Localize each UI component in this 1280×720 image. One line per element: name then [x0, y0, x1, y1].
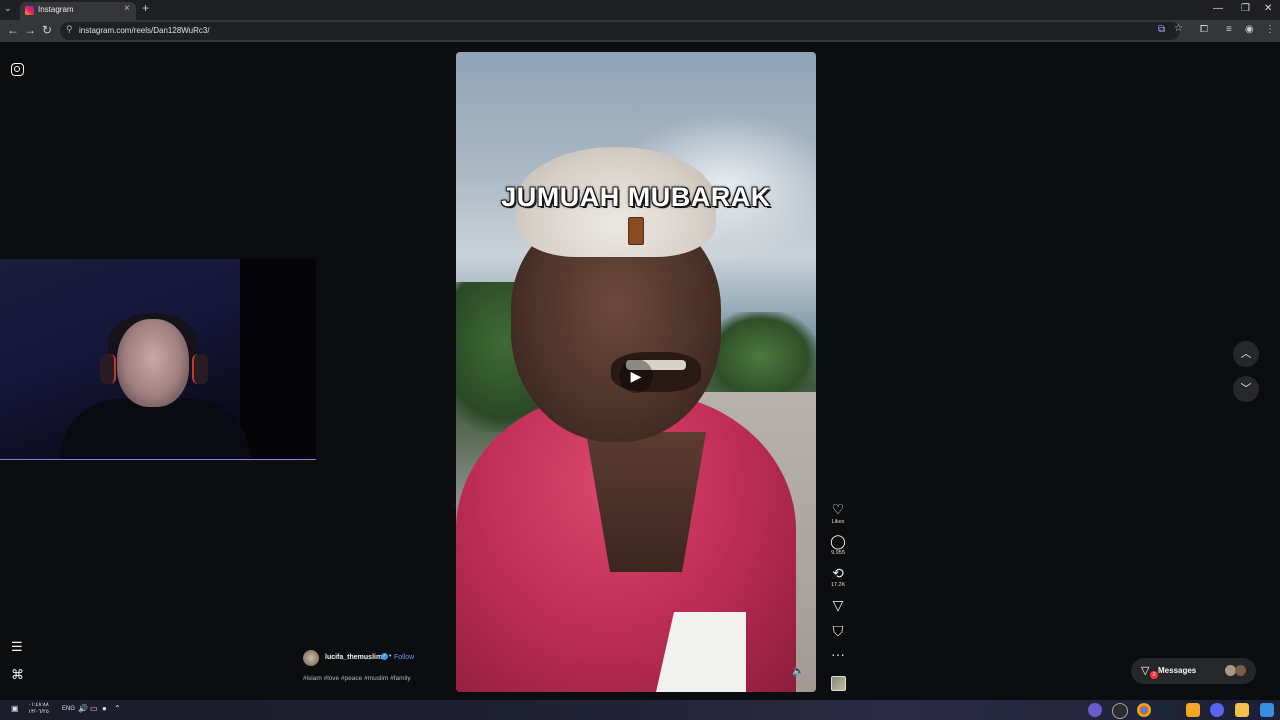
instagram-reels-page: ☰ ⌘ JUMUAH MUBARAK ▶ 🔈 ♡ Likes ◯ 9,955 ⟲… — [0, 42, 1280, 700]
tab-title: Instagram — [38, 5, 74, 14]
new-tab-button[interactable]: + — [142, 1, 149, 15]
messages-send-icon: ▽ — [1141, 665, 1150, 677]
like-heart-icon[interactable]: ♡ — [829, 501, 847, 518]
speaker-icon[interactable]: 🔈 — [792, 666, 804, 677]
network-icon[interactable]: ▭ — [90, 704, 98, 713]
clock-date: ١٣/٠٦/٢٥ — [28, 709, 49, 715]
profile-icon[interactable]: ◉ — [1245, 24, 1254, 35]
bookmark-star-icon[interactable]: ☆ — [1174, 23, 1183, 34]
windows-taskbar: ▣ ٠١:٤٨:٨٨ ١٣/٠٦/٢٥ ENG 🔊 ▭ ● ⌃ — [0, 700, 1280, 720]
repost-icon[interactable]: ⟲ — [829, 565, 847, 582]
verified-badge-icon: ✓ — [381, 653, 388, 660]
comment-icon[interactable]: ◯ — [829, 533, 847, 550]
restore-icon[interactable]: ❐ — [1241, 3, 1250, 14]
author-username[interactable]: lucifa_themuslim — [325, 654, 382, 661]
reload-icon[interactable]: ↻ — [42, 23, 52, 37]
hamburger-menu-icon[interactable]: ☰ — [11, 639, 23, 655]
share-send-icon[interactable]: ▽ — [829, 597, 847, 614]
reel-video[interactable]: JUMUAH MUBARAK ▶ 🔈 — [456, 52, 816, 692]
site-info-icon[interactable]: ⚲ — [66, 24, 73, 35]
webcam-background — [240, 259, 316, 459]
chrome-icon[interactable] — [1137, 703, 1151, 717]
media-controls-icon[interactable]: ≡ — [1226, 24, 1232, 35]
previous-reel-chevron-up-icon[interactable]: ︿ — [1233, 341, 1259, 367]
headphone-right — [192, 354, 208, 384]
browser-toolbar: ← → ↻ ⚲ instagram.com/reels/Dan128WuRc3/… — [0, 20, 1280, 42]
more-options-icon[interactable]: ··· — [829, 646, 847, 662]
tab-close-icon[interactable]: × — [124, 3, 130, 14]
comments-count: 9,955 — [831, 550, 845, 556]
address-bar[interactable]: ⚲ instagram.com/reels/Dan128WuRc3/ ⧉ ☆ — [60, 22, 1183, 40]
webcam-person-face — [117, 319, 189, 407]
back-arrow-icon[interactable]: ← — [7, 23, 19, 37]
app-icon-purple-circle[interactable] — [1088, 703, 1102, 717]
likes-label: Likes — [831, 519, 845, 525]
file-explorer-icon[interactable] — [1235, 703, 1249, 717]
tray-chevron-up-icon[interactable]: ⌃ — [114, 704, 121, 713]
instagram-logo-icon[interactable] — [11, 63, 24, 76]
messages-button[interactable]: ▽ 2 Messages — [1131, 658, 1256, 684]
minimize-icon[interactable]: — — [1213, 3, 1223, 14]
separator-dot: • — [389, 653, 392, 660]
author-avatar[interactable] — [303, 650, 319, 666]
play-icon[interactable]: ▶ — [619, 359, 653, 393]
meta-apps-icon[interactable]: ⌘ — [11, 667, 24, 683]
door-emoji-icon — [628, 217, 644, 245]
instagram-favicon-icon — [25, 6, 34, 15]
taskbar-clock[interactable]: ٠١:٤٨:٨٨ ١٣/٠٦/٢٥ — [28, 702, 49, 716]
reel-caption: #islam #love #peace #muslim #family — [303, 675, 411, 682]
save-bookmark-icon[interactable]: ⛉ — [829, 623, 847, 640]
reel-overlay-title: JUMUAH MUBARAK — [501, 182, 771, 212]
headphone-left — [100, 354, 116, 384]
url-text[interactable]: instagram.com/reels/Dan128WuRc3/ — [79, 26, 210, 35]
window-close-icon[interactable]: ✕ — [1264, 3, 1272, 14]
extensions-icon[interactable]: ⧠ — [1200, 24, 1208, 35]
browser-menu-icon[interactable]: ⋮ — [1265, 24, 1275, 35]
video-trees-right — [706, 312, 816, 402]
translate-icon[interactable]: ⧉ — [1158, 24, 1165, 35]
microphone-icon[interactable]: ● — [102, 704, 107, 713]
app-icon-obs[interactable] — [1112, 703, 1128, 719]
reposts-count: 17.2K — [830, 582, 846, 588]
next-reel-chevron-down-icon[interactable]: ﹀ — [1233, 376, 1259, 402]
webcam-person-body — [60, 399, 250, 459]
browser-tab-bar: ⌄ Instagram × + — ❐ ✕ — [0, 0, 1280, 20]
clock-time: ٠١:٤٨:٨٨ — [28, 702, 49, 708]
message-avatar — [1235, 665, 1246, 676]
discord-icon[interactable] — [1210, 703, 1224, 717]
windows-start-icon[interactable] — [1260, 703, 1274, 717]
forward-arrow-icon[interactable]: → — [24, 23, 36, 37]
app-icon-yellow[interactable] — [1186, 703, 1200, 717]
start-icon[interactable]: ▣ — [11, 704, 19, 713]
audio-thumbnail[interactable] — [831, 676, 846, 691]
volume-icon[interactable]: 🔊 — [78, 704, 88, 713]
messages-label: Messages — [1158, 666, 1197, 675]
follow-button[interactable]: Follow — [394, 654, 414, 661]
browser-tab-instagram[interactable]: Instagram × — [20, 2, 136, 20]
messages-badge: 2 — [1150, 671, 1158, 679]
steam-icon[interactable] — [1161, 703, 1175, 717]
webcam-overlay — [0, 259, 316, 460]
language-indicator[interactable]: ENG — [62, 706, 75, 712]
tab-search-chevron-icon[interactable]: ⌄ — [4, 3, 12, 14]
